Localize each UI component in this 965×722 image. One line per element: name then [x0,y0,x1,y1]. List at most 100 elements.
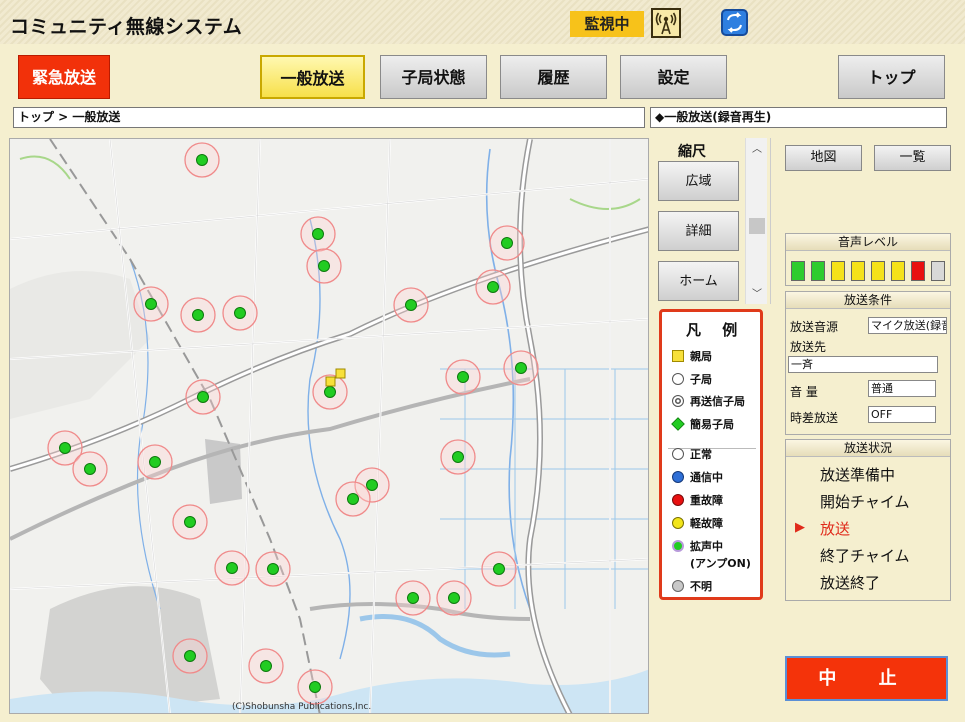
volume-segment [911,261,925,281]
legend-label: 拡声中 [690,540,723,553]
legend-label: 簡易子局 [690,418,734,431]
station-marker[interactable] [184,142,220,178]
source-label: 放送音源 [790,320,839,334]
station-marker[interactable] [393,287,429,323]
legend: 凡 例 親局 子局 再送信子局 簡易子局 正常 通信中 重故障 軽故障 拡声中 … [659,309,763,600]
volume-segment [871,261,885,281]
map-view-button[interactable]: 地図 [785,145,862,171]
map-canvas[interactable] [10,139,649,714]
legend-label: (アンプON) [690,557,751,570]
station-marker[interactable] [300,216,336,252]
parent-station-marker[interactable] [325,376,336,387]
legend-minor-fault: 軽故障 [672,515,723,531]
volume-value: 普通 [868,380,936,397]
broadcast-conditions-title: 放送条件 [786,292,950,309]
station-marker[interactable] [172,504,208,540]
antenna-signal-icon[interactable] [651,8,681,38]
legend-label: 不明 [690,580,712,593]
top-button[interactable]: トップ [838,55,945,99]
source-value: マイク放送(録音 [868,317,947,334]
yellow-circle-icon [672,517,684,529]
station-marker[interactable] [306,248,342,284]
stage-finished: 放送終了 [820,574,881,592]
legend-label: 子局 [690,373,712,386]
station-marker[interactable] [180,297,216,333]
volume-segment [791,261,805,281]
emergency-broadcast-button[interactable]: 緊急放送 [18,55,110,99]
station-marker[interactable] [436,580,472,616]
station-marker[interactable] [172,638,208,674]
white-circle-icon [672,448,684,460]
station-status-button[interactable]: 子局状態 [380,55,487,99]
broadcast-status-title: 放送状況 [786,440,950,457]
sync-icon[interactable] [721,9,748,36]
broadcast-status-panel: 放送状況 放送準備中 開始チャイム ▶ 放送 終了チャイム 放送終了 [785,439,951,601]
legend-child-station: 子局 [672,371,712,387]
scroll-thumb[interactable] [749,218,765,234]
station-marker[interactable] [445,359,481,395]
parent-station-marker-2[interactable] [335,368,346,379]
blue-circle-icon [672,471,684,483]
general-broadcast-button[interactable]: 一般放送 [260,55,365,99]
station-marker[interactable] [137,444,173,480]
volume-segment [931,261,945,281]
legend-communicating: 通信中 [672,469,723,485]
station-marker[interactable] [440,439,476,475]
stop-button[interactable]: 中 止 [785,656,948,701]
station-marker[interactable] [503,350,539,386]
stage-broadcasting: 放送 [820,520,851,538]
stage-end-chime: 終了チャイム [820,547,910,565]
delay-label: 時差放送 [790,411,839,425]
volume-label: 音 量 [790,385,818,399]
scale-wide-button[interactable]: 広域 [658,161,739,201]
scroll-down-icon[interactable]: ﹀ [746,286,768,304]
legend-unknown: 不明 [672,578,712,594]
legend-label: 通信中 [690,471,723,484]
station-marker[interactable] [133,286,169,322]
station-marker[interactable] [481,551,517,587]
station-marker[interactable] [297,669,333,705]
legend-parent-station: 親局 [672,348,712,364]
legend-speaking: 拡声中 [672,538,723,554]
settings-button[interactable]: 設定 [620,55,727,99]
station-marker[interactable] [72,451,108,487]
legend-label: 親局 [690,350,712,363]
station-marker[interactable] [214,550,250,586]
monitor-status-badge: 監視中 [570,11,644,37]
station-map[interactable]: (C)Shobunsha Publications,Inc. [9,138,649,714]
scale-panel: 縮尺 広域 詳細 ホーム ︿ ﹀ [655,138,771,304]
scale-scrollbar[interactable]: ︿ ﹀ [745,138,767,304]
double-circle-icon [672,395,684,407]
station-marker[interactable] [255,551,291,587]
scale-title: 縮尺 [678,144,706,160]
station-marker[interactable] [395,580,431,616]
circle-icon [672,373,684,385]
green-diamond-icon [671,417,685,431]
app-title: コミュニティ無線システム [10,16,243,38]
station-marker[interactable] [335,481,371,517]
broadcast-conditions-panel: 放送条件 放送音源 マイク放送(録音 放送先 一斉 音 量 普通 時差放送 OF… [785,291,951,435]
volume-segment [891,261,905,281]
legend-simple-station: 簡易子局 [671,416,734,432]
delay-value: OFF [868,406,936,423]
legend-label: 軽故障 [690,517,723,530]
station-marker[interactable] [222,295,258,331]
station-marker[interactable] [489,225,525,261]
red-circle-icon [672,494,684,506]
legend-title: 凡 例 [686,321,746,339]
stage-preparing: 放送準備中 [820,466,896,484]
gray-circle-icon [672,580,684,592]
list-view-button[interactable]: 一覧 [874,145,951,171]
scale-detail-button[interactable]: 詳細 [658,211,739,251]
station-marker[interactable] [248,648,284,684]
legend-label: 重故障 [690,494,723,507]
history-button[interactable]: 履歴 [500,55,607,99]
station-marker[interactable] [475,269,511,305]
legend-relay-station: 再送信子局 [672,393,745,409]
panel-title: ◆一般放送(録音再生) [650,107,947,128]
legend-normal: 正常 [672,446,712,462]
yellow-square-icon [672,350,684,362]
scroll-up-icon[interactable]: ︿ [746,141,768,159]
station-marker[interactable] [185,379,221,415]
scale-home-button[interactable]: ホーム [658,261,739,301]
